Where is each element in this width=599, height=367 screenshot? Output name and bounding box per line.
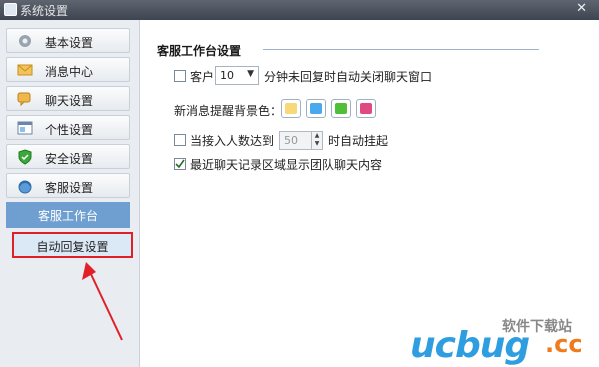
- team-chat-label: 最近聊天记录区域显示团队聊天内容: [190, 158, 383, 172]
- chevron-down-icon: ▼: [247, 69, 254, 79]
- red-arrow-annotation: [82, 262, 123, 341]
- color-swatch-green[interactable]: [331, 99, 351, 118]
- subitem-auto-reply[interactable]: 自动回复设置: [12, 232, 133, 258]
- auto-close-prefix: 客户: [190, 70, 215, 84]
- swatch-fill: [335, 103, 347, 114]
- sidebar-item-customer-service[interactable]: 客服设置: [6, 173, 130, 198]
- sidebar-item-label: 个性设置: [45, 123, 94, 137]
- window-title: 系统设置: [20, 4, 69, 18]
- customer-service-icon: [18, 180, 32, 194]
- swatch-fill: [360, 103, 372, 114]
- sidebar-item-security[interactable]: 安全设置: [6, 144, 130, 169]
- watermark-logo: ucbug: [410, 325, 530, 366]
- auto-close-suffix: 分钟未回复时自动关闭聊天窗口: [264, 70, 433, 84]
- hangup-count-stepper[interactable]: 50 ▲ ▼: [279, 131, 323, 150]
- app-icon: [4, 3, 17, 16]
- auto-hangup-prefix: 当接入人数达到: [190, 134, 275, 148]
- sidebar-item-basic[interactable]: 基本设置: [6, 28, 130, 53]
- sidebar-item-label: 聊天设置: [45, 94, 94, 108]
- chat-bubble-icon: [17, 92, 31, 107]
- sidebar-item-label: 安全设置: [45, 152, 94, 166]
- subitem-label: 自动回复设置: [36, 240, 109, 254]
- subitem-customer-workbench[interactable]: 客服工作台: [6, 202, 130, 228]
- checkmark-icon: [175, 159, 185, 169]
- auto-hangup-suffix: 时自动挂起: [328, 134, 389, 148]
- auto-hangup-checkbox[interactable]: [174, 134, 186, 146]
- sidebar-item-label: 客服设置: [45, 181, 94, 195]
- section-divider: [263, 49, 539, 50]
- sidebar: 基本设置 消息中心 聊天设置 个性设置 安全设置 客服设置 客服工作台 自动回复…: [0, 20, 140, 367]
- section-title: 客服工作台设置: [157, 44, 242, 58]
- sidebar-item-chat[interactable]: 聊天设置: [6, 86, 130, 111]
- settings-window: 基本设置 消息中心 聊天设置 个性设置 安全设置 客服设置 客服工作台 自动回复…: [0, 20, 599, 367]
- color-swatch-pink[interactable]: [356, 99, 376, 118]
- bg-color-label: 新消息提醒背景色：: [174, 104, 283, 118]
- personalize-icon: [17, 121, 33, 135]
- watermark-tld: .cc: [545, 330, 583, 358]
- main-panel: 客服工作台设置 客户 10 ▼ 分钟未回复时自动关闭聊天窗口 新消息提醒背景色：…: [140, 20, 599, 367]
- sidebar-item-personal[interactable]: 个性设置: [6, 115, 130, 140]
- hangup-count-value: 50: [284, 134, 298, 147]
- sidebar-item-label: 基本设置: [45, 36, 94, 50]
- subitem-label: 客服工作台: [37, 209, 98, 223]
- team-chat-checkbox[interactable]: [174, 158, 186, 170]
- minutes-select[interactable]: 10 ▼: [215, 66, 259, 85]
- title-bar: 系统设置 ✕: [0, 0, 599, 20]
- envelope-icon: [17, 64, 33, 76]
- color-swatch-blue[interactable]: [306, 99, 326, 118]
- stepper-arrows-icon[interactable]: ▲ ▼: [311, 132, 322, 149]
- swatch-fill: [285, 103, 297, 114]
- auto-close-checkbox[interactable]: [174, 70, 186, 82]
- color-swatch-yellow[interactable]: [281, 99, 301, 118]
- minutes-value: 10: [220, 69, 234, 82]
- gear-icon: [19, 35, 31, 47]
- close-icon[interactable]: ✕: [576, 1, 587, 16]
- sidebar-item-label: 消息中心: [45, 65, 94, 79]
- sidebar-item-messages[interactable]: 消息中心: [6, 57, 130, 82]
- swatch-fill: [310, 103, 322, 114]
- shield-icon: [18, 149, 32, 165]
